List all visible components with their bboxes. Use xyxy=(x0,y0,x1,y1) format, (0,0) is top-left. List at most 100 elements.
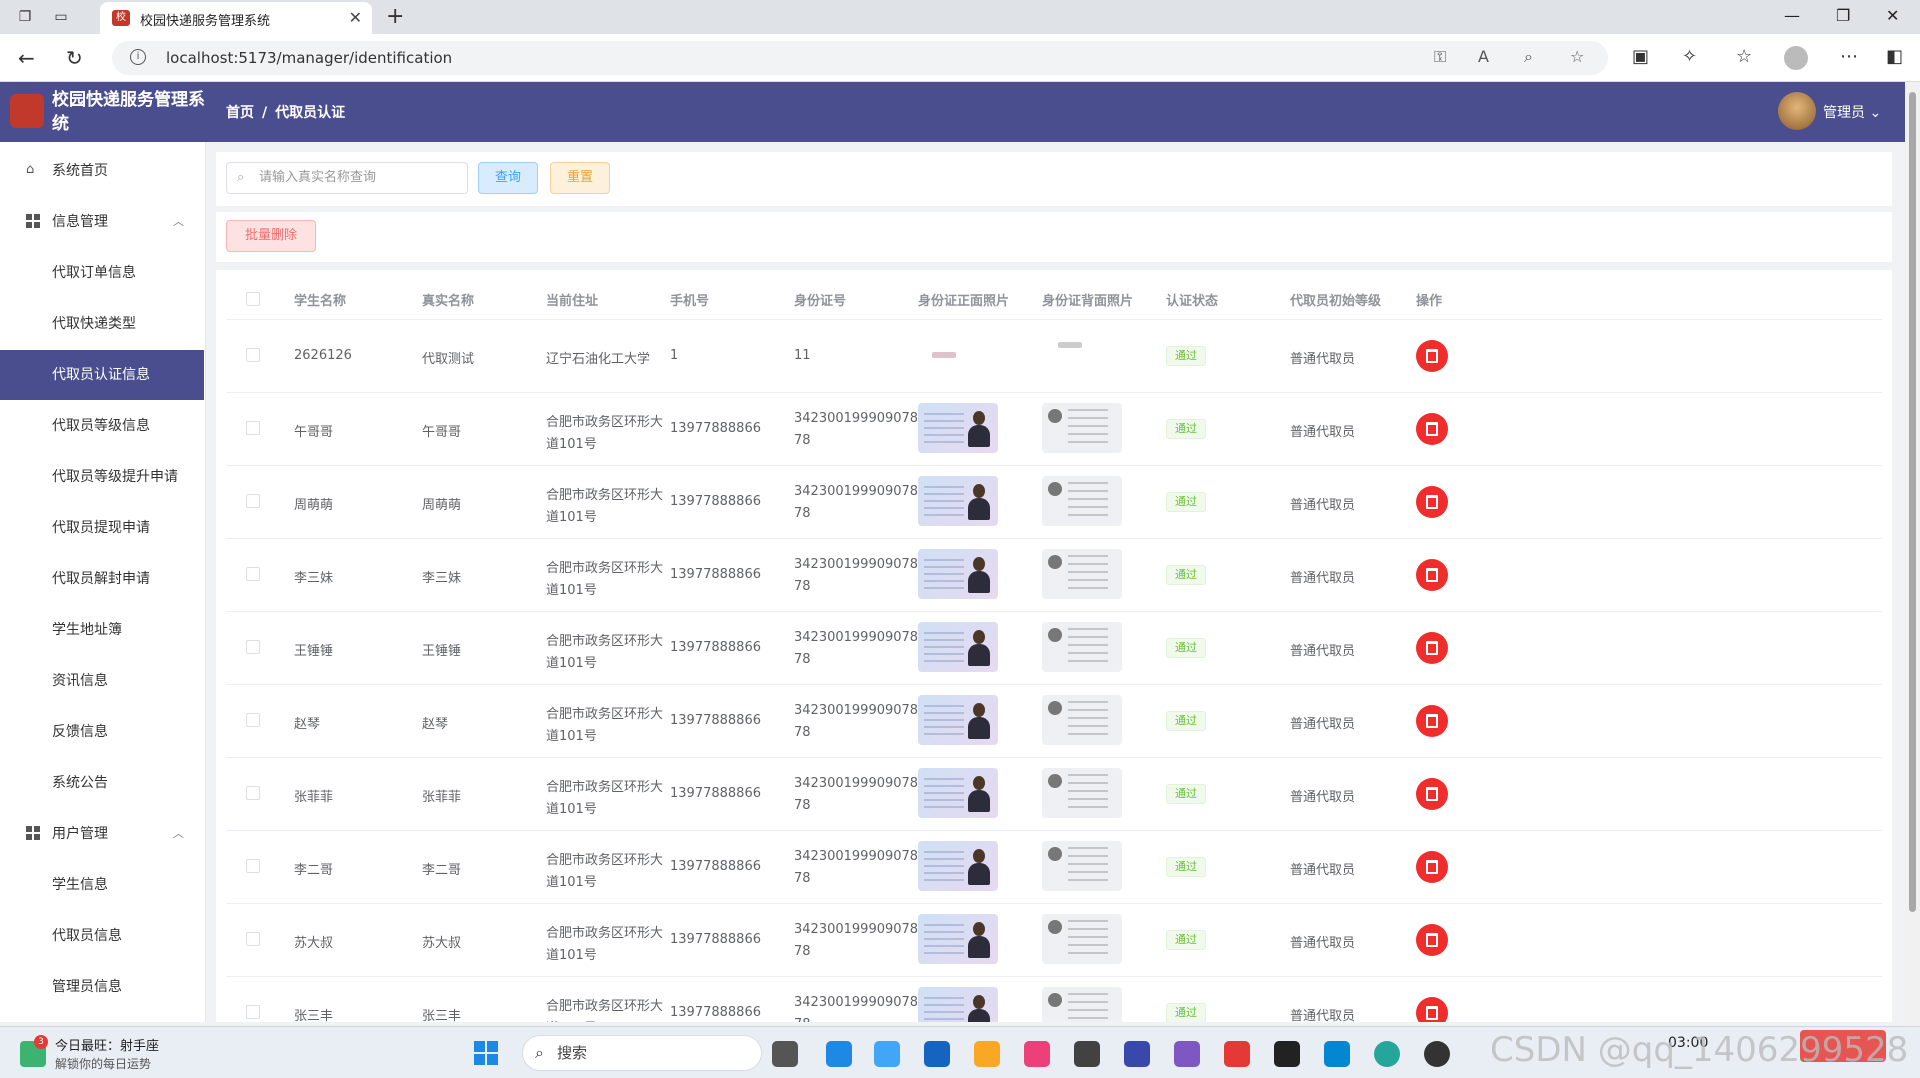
id-back-photo[interactable] xyxy=(1042,768,1122,818)
delete-button[interactable] xyxy=(1416,340,1448,372)
new-tab-icon[interactable]: + xyxy=(386,4,404,29)
browser-tab[interactable]: 校 校园快递服务管理系统 ✕ xyxy=(100,2,372,34)
id-front-photo[interactable] xyxy=(918,695,998,745)
taskview-icon[interactable] xyxy=(772,1041,798,1067)
sidebar-toggle-icon[interactable]: ◧ xyxy=(1886,46,1903,67)
window-close-icon[interactable]: ✕ xyxy=(1886,6,1899,25)
sidebar-item[interactable]: 代取员等级提升申请 xyxy=(0,452,204,502)
id-front-photo[interactable] xyxy=(918,476,998,526)
id-front-photo[interactable] xyxy=(918,841,998,891)
id-back-photo[interactable] xyxy=(1042,476,1122,526)
qq-icon[interactable] xyxy=(1424,1041,1450,1067)
user-menu[interactable]: 管理员 ⌄ xyxy=(1823,102,1881,122)
wps-icon[interactable] xyxy=(1224,1041,1250,1067)
address-bar[interactable]: i localhost:5173/manager/identification … xyxy=(112,41,1608,75)
workspaces-icon[interactable]: ❐ xyxy=(16,8,34,26)
delete-button[interactable] xyxy=(1416,778,1448,810)
id-front-photo[interactable] xyxy=(918,549,998,599)
id-front-photo[interactable] xyxy=(932,352,956,358)
id-back-photo[interactable] xyxy=(1042,695,1122,745)
batch-delete-button[interactable]: 批量删除 xyxy=(226,220,316,252)
delete-button[interactable] xyxy=(1416,486,1448,518)
user-avatar[interactable] xyxy=(1778,92,1816,130)
edge-icon[interactable] xyxy=(1374,1041,1400,1067)
reset-button[interactable]: 重置 xyxy=(550,162,610,194)
row-checkbox[interactable] xyxy=(246,1005,260,1019)
extensions-icon[interactable]: ✧ xyxy=(1682,46,1697,67)
tab-actions-icon[interactable]: ▭ xyxy=(52,8,70,26)
row-checkbox[interactable] xyxy=(246,932,260,946)
notification-line2[interactable]: 解锁你的每日运势 xyxy=(55,1055,151,1072)
sidebar-item[interactable]: 系统公告 xyxy=(0,758,204,808)
read-aloud-icon[interactable]: A xyxy=(1478,47,1489,66)
sidebar-item[interactable]: 代取快递类型 xyxy=(0,299,204,349)
row-checkbox[interactable] xyxy=(246,348,260,362)
row-checkbox[interactable] xyxy=(246,494,260,508)
id-front-photo[interactable] xyxy=(918,622,998,672)
page-scrollbar[interactable] xyxy=(1905,82,1920,1026)
row-checkbox[interactable] xyxy=(246,567,260,581)
delete-button[interactable] xyxy=(1416,924,1448,956)
sidebar-item[interactable]: 代取订单信息 xyxy=(0,248,204,298)
sidebar-item[interactable]: 代取员提现申请 xyxy=(0,503,204,553)
id-back-photo[interactable] xyxy=(1042,841,1122,891)
search-input[interactable]: ⌕ 请输入真实名称查询 xyxy=(226,162,468,194)
id-back-photo[interactable] xyxy=(1058,342,1082,348)
sidebar-item[interactable]: 管理员信息 xyxy=(0,962,204,1012)
id-back-photo[interactable] xyxy=(1042,987,1122,1022)
app-icon[interactable] xyxy=(1074,1041,1100,1067)
delete-button[interactable] xyxy=(1416,559,1448,591)
sidebar-item[interactable]: 反馈信息 xyxy=(0,707,204,757)
id-front-photo[interactable] xyxy=(918,403,998,453)
scrollbar-thumb[interactable] xyxy=(1909,92,1916,912)
row-checkbox[interactable] xyxy=(246,713,260,727)
refresh-icon[interactable]: ↻ xyxy=(66,46,83,70)
row-checkbox[interactable] xyxy=(246,786,260,800)
taskbar-search[interactable]: ⌕ 搜索 xyxy=(522,1035,762,1071)
sidebar-item[interactable]: 代取员等级信息 xyxy=(0,401,204,451)
id-back-photo[interactable] xyxy=(1042,403,1122,453)
delete-button[interactable] xyxy=(1416,705,1448,737)
store-icon[interactable] xyxy=(924,1041,950,1067)
id-front-photo[interactable] xyxy=(918,914,998,964)
minimize-icon[interactable]: — xyxy=(1784,6,1800,25)
app-icon[interactable] xyxy=(1124,1041,1150,1067)
sidebar-item[interactable]: 代取员信息 xyxy=(0,911,204,961)
sidebar-item[interactable]: 用户管理 ︿ xyxy=(0,809,204,859)
row-checkbox[interactable] xyxy=(246,640,260,654)
delete-button[interactable] xyxy=(1416,851,1448,883)
row-checkbox[interactable] xyxy=(246,421,260,435)
notification-line1[interactable]: 今日最旺：射手座 xyxy=(55,1035,159,1054)
restore-icon[interactable]: ❐ xyxy=(1836,6,1850,25)
file-explorer-icon[interactable] xyxy=(974,1041,1000,1067)
query-button[interactable]: 查询 xyxy=(478,162,538,194)
row-checkbox[interactable] xyxy=(246,859,260,873)
id-back-photo[interactable] xyxy=(1042,622,1122,672)
key-icon[interactable]: ⚿ xyxy=(1434,47,1446,67)
delete-button[interactable] xyxy=(1416,413,1448,445)
back-icon[interactable]: ← xyxy=(18,46,35,70)
breadcrumb-home[interactable]: 首页 xyxy=(226,105,254,121)
site-info-icon[interactable]: i xyxy=(130,49,146,65)
collections-icon[interactable]: ▣ xyxy=(1632,46,1649,67)
delete-button[interactable] xyxy=(1416,632,1448,664)
sidebar-item[interactable]: ⌂ 系统首页 xyxy=(0,146,204,196)
favorite-star-icon[interactable]: ☆ xyxy=(1570,47,1584,66)
sidebar-item[interactable]: 代取员解封申请 xyxy=(0,554,204,604)
id-front-photo[interactable] xyxy=(918,987,998,1022)
delete-button[interactable] xyxy=(1416,997,1448,1022)
app-icon[interactable] xyxy=(874,1041,900,1067)
visual-studio-icon[interactable] xyxy=(1174,1041,1200,1067)
sidebar-item[interactable]: 信息管理 ︿ xyxy=(0,197,204,247)
jetbrains-icon[interactable] xyxy=(1274,1041,1300,1067)
sidebar-item[interactable]: 学生地址簿 xyxy=(0,605,204,655)
favorites-icon[interactable]: ☆ xyxy=(1736,46,1752,67)
id-back-photo[interactable] xyxy=(1042,549,1122,599)
tab-close-icon[interactable]: ✕ xyxy=(349,8,362,27)
id-back-photo[interactable] xyxy=(1042,914,1122,964)
id-front-photo[interactable] xyxy=(918,768,998,818)
sidebar-item[interactable]: 资讯信息 xyxy=(0,656,204,706)
sidebar-item[interactable]: 学生信息 xyxy=(0,860,204,910)
sidebar-item[interactable]: 代取员认证信息 xyxy=(0,350,204,400)
app-icon[interactable] xyxy=(1024,1041,1050,1067)
